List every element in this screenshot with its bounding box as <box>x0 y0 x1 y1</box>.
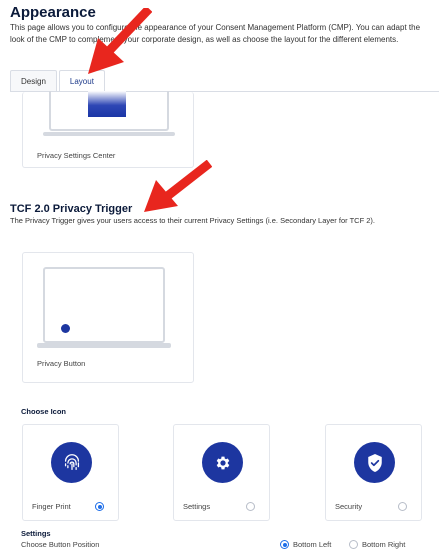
gear-icon <box>202 442 243 483</box>
bottom-right-radio[interactable] <box>349 540 358 549</box>
privacy-trigger-description: The Privacy Trigger gives your users acc… <box>10 216 375 225</box>
settings-label: Settings <box>183 502 211 511</box>
fingerprint-label: Finger Print <box>32 502 71 511</box>
privacy-settings-center-label: Privacy Settings Center <box>37 151 116 160</box>
shield-check-icon <box>354 442 395 483</box>
page-description: This page allows you to configure the ap… <box>10 23 421 44</box>
privacy-button-label: Privacy Button <box>37 359 86 368</box>
laptop-base-illustration <box>37 343 171 348</box>
annotation-arrow-icon <box>144 160 212 212</box>
icon-option-fingerprint[interactable]: Finger Print <box>22 424 119 521</box>
bottom-left-label: Bottom Left <box>293 540 332 549</box>
tab-design[interactable]: Design <box>10 70 57 92</box>
privacy-trigger-title: TCF 2.0 Privacy Trigger <box>10 203 133 215</box>
button-position-label: Choose Button Position <box>21 540 100 549</box>
security-radio[interactable] <box>398 502 407 511</box>
choose-icon-heading: Choose Icon <box>21 407 67 416</box>
fingerprint-icon <box>51 442 92 483</box>
bottom-right-label: Bottom Right <box>362 540 406 549</box>
security-label: Security <box>335 502 363 511</box>
annotation-arrow-icon <box>88 8 152 74</box>
privacy-button-dot <box>61 324 70 333</box>
bottom-left-radio[interactable] <box>280 540 289 549</box>
position-bottom-right[interactable]: Bottom Right <box>349 540 405 549</box>
settings-radio[interactable] <box>246 502 255 511</box>
settings-heading: Settings <box>21 529 51 538</box>
fingerprint-radio[interactable] <box>95 502 104 511</box>
position-bottom-left[interactable]: Bottom Left <box>280 540 331 549</box>
icon-option-security[interactable]: Security <box>325 424 422 521</box>
laptop-base-illustration <box>43 132 175 136</box>
privacy-button-card[interactable]: Privacy Button <box>22 252 194 383</box>
icon-option-settings[interactable]: Settings <box>173 424 270 521</box>
privacy-settings-center-card[interactable]: Privacy Settings Center <box>22 91 194 168</box>
settings-center-preview <box>88 91 126 117</box>
